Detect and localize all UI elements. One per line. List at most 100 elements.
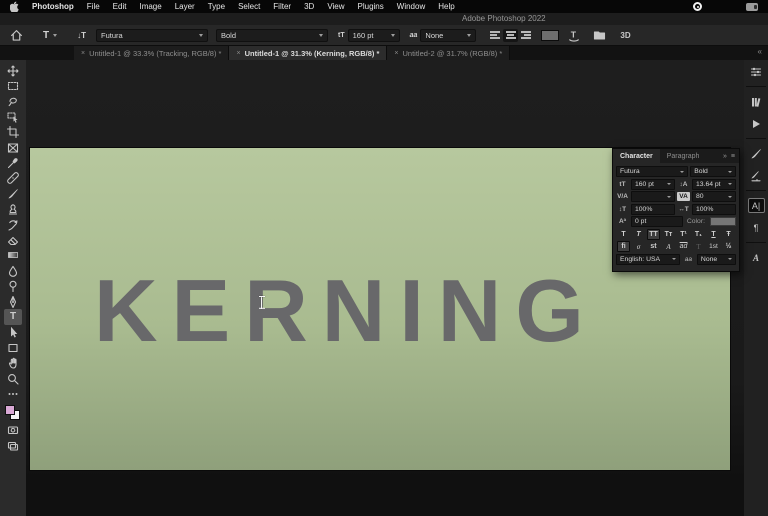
crop-tool[interactable] — [4, 125, 22, 140]
frame-tool[interactable] — [4, 140, 22, 155]
swash-button[interactable]: A — [662, 241, 675, 252]
text-orientation-icon[interactable]: ↓T — [77, 31, 86, 40]
underline-button[interactable]: T — [707, 229, 720, 240]
cp-vertical-scale-field[interactable]: 100% — [631, 203, 675, 215]
color-swatches[interactable] — [4, 404, 22, 421]
stylistic-alternates-button[interactable]: ad — [677, 241, 690, 252]
pen-tool[interactable] — [4, 294, 22, 309]
font-family-select[interactable]: Futura — [96, 28, 208, 42]
3d-button[interactable]: 3D — [620, 31, 630, 40]
strikethrough-button[interactable]: Ŧ — [722, 229, 735, 240]
small-caps-button[interactable]: Tᴛ — [662, 229, 675, 240]
cp-baseline-field[interactable]: 0 pt — [631, 216, 683, 227]
brushes-panel-icon[interactable] — [748, 146, 765, 161]
menu-view[interactable]: View — [327, 2, 344, 11]
align-right-icon[interactable] — [518, 29, 533, 42]
cp-horizontal-scale-field[interactable]: 100% — [692, 203, 736, 215]
align-center-icon[interactable] — [503, 28, 519, 42]
titling-alternates-button[interactable]: T — [692, 241, 705, 252]
cp-color-swatch[interactable] — [710, 217, 736, 226]
apple-logo-icon[interactable] — [10, 1, 19, 12]
fractions-button[interactable]: ½ — [722, 241, 735, 252]
panel-menu-icon[interactable]: ≡ — [731, 149, 739, 163]
cp-anti-alias-select[interactable]: None — [696, 253, 736, 265]
lasso-tool[interactable] — [4, 94, 22, 109]
discretionary-ligatures-button[interactable]: st — [647, 241, 660, 252]
history-brush-tool[interactable] — [4, 217, 22, 232]
hand-tool[interactable] — [4, 355, 22, 370]
libraries-icon[interactable] — [748, 94, 765, 109]
eyedropper-tool[interactable] — [4, 155, 22, 170]
align-left-icon[interactable] — [488, 29, 503, 42]
cp-font-family-select[interactable]: Futura — [616, 166, 689, 177]
anti-alias-select[interactable]: None — [420, 28, 477, 42]
menu-plugins[interactable]: Plugins — [358, 2, 384, 11]
menu-layer[interactable]: Layer — [175, 2, 195, 11]
foreground-color-swatch[interactable] — [5, 404, 15, 415]
menu-filter[interactable]: Filter — [273, 2, 291, 11]
rectangle-tool[interactable] — [4, 340, 22, 355]
cp-kerning-select[interactable] — [631, 191, 675, 202]
menu-select[interactable]: Select — [238, 2, 260, 11]
gradient-tool[interactable] — [4, 248, 22, 263]
tab-untitled-2[interactable]: × Untitled-2 @ 31.7% (RGB/8) * — [387, 46, 511, 60]
screen-record-icon[interactable] — [693, 2, 702, 11]
tab-character[interactable]: Character — [613, 149, 660, 163]
character-panel-icon[interactable]: A| — [747, 198, 765, 213]
eraser-tool[interactable] — [4, 232, 22, 247]
warp-text-icon[interactable]: T — [567, 29, 581, 42]
blur-tool[interactable] — [4, 263, 22, 278]
edit-toolbar-icon[interactable] — [4, 386, 22, 401]
menu-window[interactable]: Window — [397, 2, 425, 11]
menu-type[interactable]: Type — [208, 2, 225, 11]
font-style-select[interactable]: Bold — [216, 28, 328, 42]
tab-paragraph[interactable]: Paragraph — [660, 149, 707, 163]
faux-italic-button[interactable]: T — [632, 229, 645, 240]
subscript-button[interactable]: T₁ — [692, 229, 705, 240]
tab-untitled-1-tracking[interactable]: × Untitled-1 @ 33.3% (Tracking, RGB/8) * — [74, 46, 230, 60]
brush-tool[interactable] — [4, 186, 22, 201]
menu-edit[interactable]: Edit — [113, 2, 127, 11]
zoom-tool[interactable] — [4, 371, 22, 386]
close-icon[interactable]: × — [236, 50, 240, 57]
toggle-panels-icon[interactable] — [593, 29, 606, 41]
standard-ligatures-button[interactable]: fi — [617, 241, 630, 252]
brush-settings-icon[interactable] — [748, 168, 765, 183]
text-color-swatch[interactable] — [541, 29, 560, 41]
type-tool-preset-icon[interactable]: T — [43, 30, 58, 41]
object-selection-tool[interactable] — [4, 109, 22, 124]
all-caps-button[interactable]: TT — [647, 228, 660, 240]
clone-stamp-tool[interactable] — [4, 202, 22, 217]
menu-3d[interactable]: 3D — [304, 2, 314, 11]
language-select[interactable]: English: USA — [616, 253, 680, 265]
home-icon[interactable] — [10, 29, 23, 42]
tab-untitled-1-kerning[interactable]: × Untitled-1 @ 31.3% (Kerning, RGB/8) * — [229, 46, 388, 60]
panel-collapse-icon[interactable]: » — [723, 149, 731, 163]
canvas-text-kerning[interactable]: KERNING — [94, 260, 598, 362]
menu-photoshop[interactable]: Photoshop — [32, 2, 74, 11]
close-icon[interactable]: × — [394, 50, 398, 57]
cp-size-select[interactable]: 160 pt — [631, 178, 675, 190]
faux-bold-button[interactable]: T — [617, 229, 630, 240]
camera-indicator-icon[interactable] — [746, 2, 758, 11]
type-tool[interactable]: T — [4, 309, 22, 325]
actions-play-icon[interactable] — [748, 116, 765, 131]
menu-image[interactable]: Image — [139, 2, 161, 11]
tab-overflow-icon[interactable]: « — [758, 46, 768, 60]
healing-brush-tool[interactable] — [4, 171, 22, 186]
paragraph-panel-icon[interactable]: ¶ — [748, 220, 765, 235]
menu-file[interactable]: File — [87, 2, 100, 11]
path-selection-tool[interactable] — [4, 325, 22, 340]
move-tool[interactable] — [4, 63, 22, 78]
cp-leading-select[interactable]: 13.64 pt — [692, 178, 736, 190]
superscript-button[interactable]: T¹ — [677, 229, 690, 240]
glyphs-panel-icon[interactable]: A — [748, 250, 765, 265]
menu-help[interactable]: Help — [438, 2, 454, 11]
cp-font-style-select[interactable]: Bold — [690, 166, 736, 177]
cp-tracking-select[interactable]: 80 — [692, 191, 736, 202]
screen-mode-icon[interactable] — [4, 438, 22, 453]
font-size-select[interactable]: 160 pt — [347, 28, 400, 42]
marquee-tool[interactable] — [4, 78, 22, 93]
ordinals-button[interactable]: 1st — [707, 241, 720, 252]
close-icon[interactable]: × — [81, 50, 85, 57]
